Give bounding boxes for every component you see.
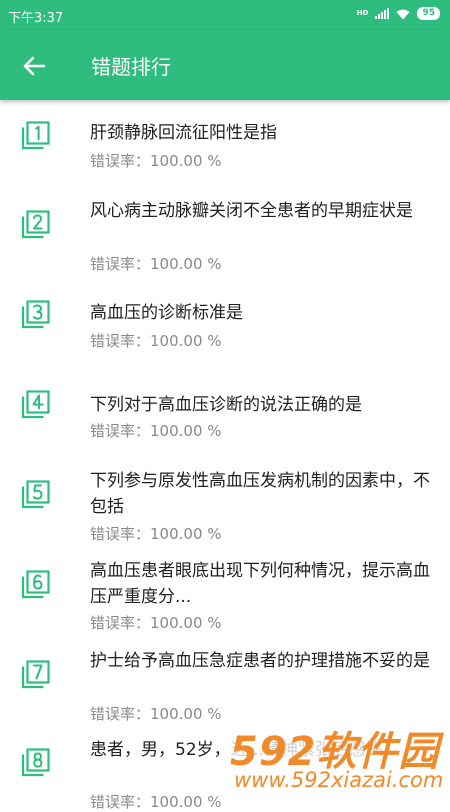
error-rate: 错误率：100.00 % — [90, 332, 222, 350]
error-rate: 错误率：100.00 % — [90, 793, 222, 811]
status-icons: HD 95 — [357, 7, 440, 20]
question-title: 高血压患者眼底出现下列何种情况，提示高血压严重度分... — [90, 561, 430, 607]
list-item[interactable]: 下列参与原发性高血压发病机制的因素中，不包括 错误率：100.00 % — [0, 460, 450, 560]
rank-2-icon — [21, 210, 50, 239]
question-title: 下列对于高血压诊断的说法正确的是 — [90, 395, 362, 415]
page-title: 错题排行 — [91, 55, 171, 79]
list-item[interactable]: 高血压的诊断标准是 错误率：100.00 % — [0, 280, 450, 370]
question-title: 下列参与原发性高血压发病机制的因素中，不包括 — [90, 471, 430, 517]
error-rate: 错误率：100.00 % — [90, 525, 222, 543]
list-item[interactable]: 下列对于高血压诊断的说法正确的是 错误率：100.00 % — [0, 370, 450, 460]
question-title: 风心病主动脉瓣关闭不全患者的早期症状是 — [90, 201, 413, 221]
status-time: 下午3:37 — [8, 11, 64, 26]
status-bar: 下午3:37 HD 95 — [0, 0, 450, 30]
error-rate: 错误率：100.00 % — [90, 422, 222, 440]
list-item[interactable]: 风心病主动脉瓣关闭不全患者的早期症状是 错误率：100.00 % — [0, 190, 450, 280]
rank-5-icon — [21, 480, 50, 509]
list-item[interactable]: 高血压患者眼底出现下列何种情况，提示高血压严重度分... 错误率：100.00 … — [0, 560, 450, 650]
error-rate: 错误率：100.00 % — [90, 705, 222, 723]
error-rate: 错误率：100.00 % — [90, 614, 222, 632]
rank-7-icon — [21, 660, 50, 689]
hd-network-icon: HD — [356, 9, 369, 17]
battery-icon: 95 — [417, 7, 440, 20]
watermark-url: www.592xiazai.com — [234, 768, 444, 792]
watermark: 592软件园 www.592xiazai.com — [222, 717, 450, 800]
question-title: 肝颈静脉回流征阳性是指 — [90, 123, 277, 143]
rank-3-icon — [21, 300, 50, 329]
cell-signal-icon — [375, 8, 390, 19]
question-title: 高血压的诊断标准是 — [90, 303, 243, 323]
app-bar: 错题排行 — [0, 30, 450, 100]
rank-8-icon — [21, 748, 50, 777]
error-rate: 错误率：100.00 % — [90, 152, 222, 170]
error-rate: 错误率：100.00 % — [90, 255, 222, 273]
rank-6-icon — [21, 570, 50, 599]
question-title: 护士给予高血压急症患者的护理措施不妥的是 — [90, 651, 430, 671]
list-item[interactable]: 肝颈静脉回流征阳性是指 错误率：100.00 % — [0, 100, 450, 190]
wifi-icon — [396, 9, 410, 19]
rank-1-icon — [21, 121, 50, 150]
rank-4-icon — [21, 390, 50, 419]
arrow-left-icon[interactable] — [18, 50, 50, 82]
